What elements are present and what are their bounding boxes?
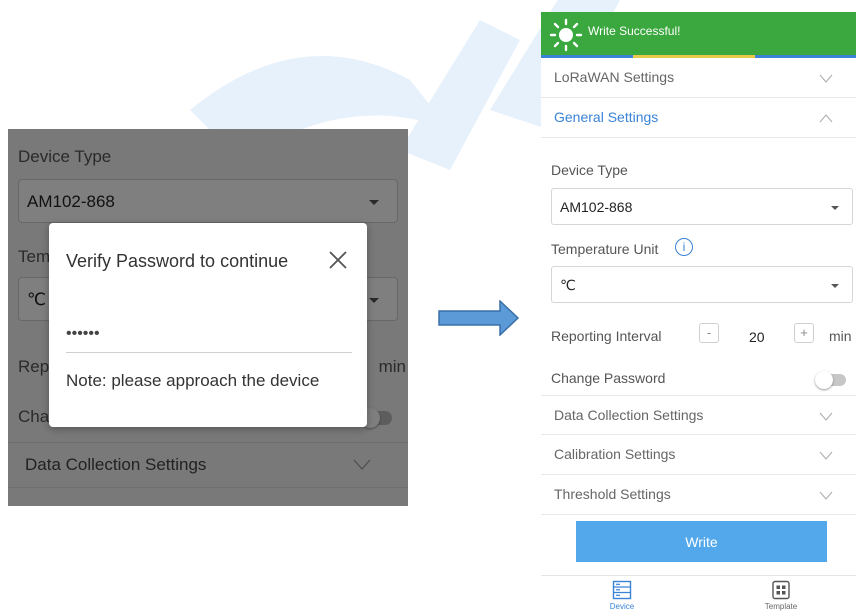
section-general-label: General Settings xyxy=(554,109,659,125)
tab-template[interactable]: Template xyxy=(741,580,821,616)
change-password-label: Change Password xyxy=(551,370,666,386)
section-data-collection-label: Data Collection Settings xyxy=(554,407,704,423)
section-data-collection[interactable]: Data Collection Settings xyxy=(541,395,856,435)
sun-icon xyxy=(549,18,583,52)
dropdown-caret-icon xyxy=(831,206,839,210)
change-password-toggle[interactable] xyxy=(815,371,846,389)
password-input[interactable] xyxy=(66,298,352,353)
write-button[interactable]: Write xyxy=(576,521,827,562)
chevron-down-icon xyxy=(819,74,833,83)
decrement-button[interactable]: - xyxy=(699,323,719,343)
toast-message: Write Successful! xyxy=(588,24,681,38)
arrow-right-icon xyxy=(438,300,520,336)
right-screenshot: Write Successful! LoRaWAN Settings Gener… xyxy=(541,12,856,616)
device-type-label: Device Type xyxy=(551,162,628,178)
device-type-value: AM102-868 xyxy=(560,199,633,215)
section-lorawan[interactable]: LoRaWAN Settings xyxy=(541,58,856,98)
device-type-select[interactable]: AM102-868 xyxy=(551,188,853,225)
chevron-up-icon xyxy=(819,114,833,123)
template-icon xyxy=(772,580,790,600)
section-threshold-label: Threshold Settings xyxy=(554,486,671,502)
chevron-down-icon xyxy=(819,451,833,460)
section-calibration[interactable]: Calibration Settings xyxy=(541,435,856,475)
reporting-interval-unit: min xyxy=(829,328,852,344)
temperature-unit-label: Temperature Unit xyxy=(551,241,659,257)
tab-device[interactable]: Device xyxy=(582,580,662,616)
section-threshold[interactable]: Threshold Settings xyxy=(541,475,856,515)
increment-button[interactable]: + xyxy=(794,323,814,343)
dropdown-caret-icon xyxy=(831,284,839,288)
temperature-unit-value: ℃ xyxy=(560,277,576,293)
temperature-unit-select[interactable]: ℃ xyxy=(551,266,853,303)
reporting-interval-value[interactable]: 20 xyxy=(749,329,765,345)
chevron-down-icon xyxy=(819,412,833,421)
tab-template-label: Template xyxy=(764,602,798,611)
dialog-title: Verify Password to continue xyxy=(66,251,289,271)
reporting-interval-label: Reporting Interval xyxy=(551,328,662,344)
tab-device-label: Device xyxy=(609,602,635,611)
section-general[interactable]: General Settings xyxy=(541,98,856,138)
chevron-down-icon xyxy=(819,491,833,500)
bottom-tab-bar: Device Template xyxy=(541,575,856,616)
close-icon[interactable] xyxy=(328,250,348,270)
section-lorawan-label: LoRaWAN Settings xyxy=(554,69,675,85)
left-screenshot: Device Type AM102-868 Tem ℃ Rep min Cha … xyxy=(8,129,408,506)
verify-password-dialog: Verify Password to continue Note: please… xyxy=(49,223,367,427)
device-icon xyxy=(612,580,632,600)
dialog-note: Note: please approach the device xyxy=(66,371,320,390)
success-toast: Write Successful! xyxy=(541,12,856,58)
section-calibration-label: Calibration Settings xyxy=(554,446,676,462)
info-icon[interactable]: i xyxy=(675,238,693,256)
